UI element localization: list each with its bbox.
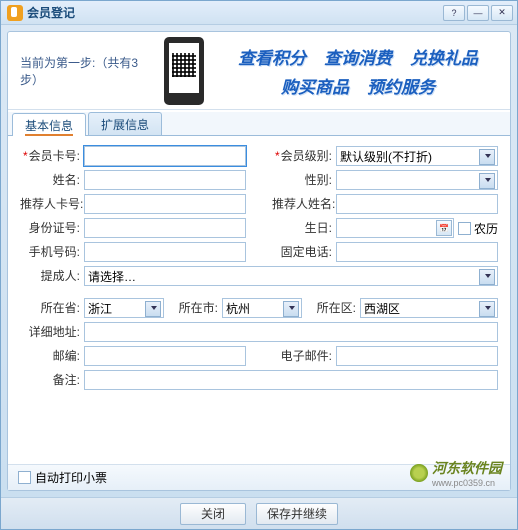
link-consume[interactable]: 查询消费 (324, 44, 392, 69)
label-name: 姓名: (20, 170, 80, 190)
content-panel: 当前为第一步:（共有3步） 查看积分 查询消费 兑换礼品 购买商品 预约服务 基… (7, 31, 511, 491)
label-email: 电子邮件: (272, 346, 332, 366)
feature-links: 查看积分 查询消费 兑换礼品 购买商品 预约服务 (212, 44, 498, 98)
window: 会员登记 ? — ✕ 当前为第一步:（共有3步） 查看积分 查询消费 兑换礼品 … (0, 0, 518, 530)
close-window-button[interactable]: ✕ (491, 5, 513, 21)
titlebar: 会员登记 ? — ✕ (1, 1, 517, 25)
link-points[interactable]: 查看积分 (238, 44, 306, 69)
label-handler: 提成人: (20, 266, 80, 286)
window-title: 会员登记 (27, 4, 443, 21)
checkbox-lunar[interactable] (458, 222, 471, 235)
input-address[interactable] (84, 322, 498, 342)
input-phone[interactable] (336, 242, 498, 262)
label-address: 详细地址: (20, 322, 80, 342)
input-email[interactable] (336, 346, 498, 366)
input-birthday[interactable]: 📅 (336, 218, 454, 238)
watermark-logo-icon (410, 464, 428, 482)
watermark: 河东软件园 www.pc0359.cn (410, 458, 502, 488)
label-birthday: 生日: (272, 218, 332, 238)
label-ref-name: 推荐人姓名: (272, 194, 332, 214)
label-province: 所在省: (20, 298, 80, 318)
app-icon (7, 5, 23, 21)
label-gender: 性别: (272, 170, 332, 190)
minimize-button[interactable]: — (467, 5, 489, 21)
link-gift[interactable]: 兑换礼品 (410, 44, 478, 69)
close-button[interactable]: 关闭 (180, 503, 246, 525)
footer-options: 自动打印小票 河东软件园 www.pc0359.cn (8, 464, 510, 490)
input-zip[interactable] (84, 346, 246, 366)
input-id-no[interactable] (84, 218, 246, 238)
tab-bar: 基本信息 扩展信息 (8, 112, 510, 136)
input-note[interactable] (84, 370, 498, 390)
save-continue-button[interactable]: 保存并继续 (256, 503, 338, 525)
window-buttons: ? — ✕ (443, 5, 513, 21)
input-name[interactable] (84, 170, 246, 190)
label-auto-print: 自动打印小票 (35, 469, 107, 486)
tab-basic[interactable]: 基本信息 (12, 113, 86, 136)
select-handler[interactable]: 请选择… (84, 266, 498, 286)
input-ref-name[interactable] (336, 194, 498, 214)
select-district[interactable]: 西湖区 (360, 298, 498, 318)
lunar-checkbox-wrap[interactable]: 农历 (458, 220, 498, 237)
banner: 当前为第一步:（共有3步） 查看积分 查询消费 兑换礼品 购买商品 预约服务 (8, 32, 510, 110)
label-lunar: 农历 (474, 220, 498, 237)
select-gender[interactable] (336, 170, 498, 190)
calendar-icon[interactable]: 📅 (436, 220, 452, 236)
link-reserve[interactable]: 预约服务 (367, 73, 435, 98)
phone-illustration (164, 37, 204, 105)
input-mobile[interactable] (84, 242, 246, 262)
label-note: 备注: (20, 370, 80, 390)
label-city: 所在市: (168, 298, 218, 318)
label-zip: 邮编: (20, 346, 80, 366)
label-ref-card: 推荐人卡号: (20, 194, 80, 214)
button-bar: 关闭 保存并继续 (1, 497, 517, 529)
help-button[interactable]: ? (443, 5, 465, 21)
select-level[interactable]: 默认级别(不打折) (336, 146, 498, 166)
step-indicator: 当前为第一步:（共有3步） (20, 54, 156, 88)
label-phone: 固定电话: (272, 242, 332, 262)
label-level: 会员级别: (272, 146, 332, 166)
link-buy[interactable]: 购买商品 (281, 73, 349, 98)
label-district: 所在区: (306, 298, 356, 318)
label-id-no: 身份证号: (20, 218, 80, 238)
tab-ext[interactable]: 扩展信息 (88, 112, 162, 135)
input-card-no[interactable] (84, 146, 246, 166)
select-city[interactable]: 杭州 (222, 298, 302, 318)
input-ref-card[interactable] (84, 194, 246, 214)
qr-code-icon (172, 53, 196, 77)
checkbox-auto-print[interactable] (18, 471, 31, 484)
select-province[interactable]: 浙江 (84, 298, 164, 318)
label-mobile: 手机号码: (20, 242, 80, 262)
form-grid: 会员卡号: 会员级别: 默认级别(不打折) 姓名: 性别: 推荐人卡号: 推荐人… (8, 136, 510, 464)
label-card-no: 会员卡号: (20, 146, 80, 166)
